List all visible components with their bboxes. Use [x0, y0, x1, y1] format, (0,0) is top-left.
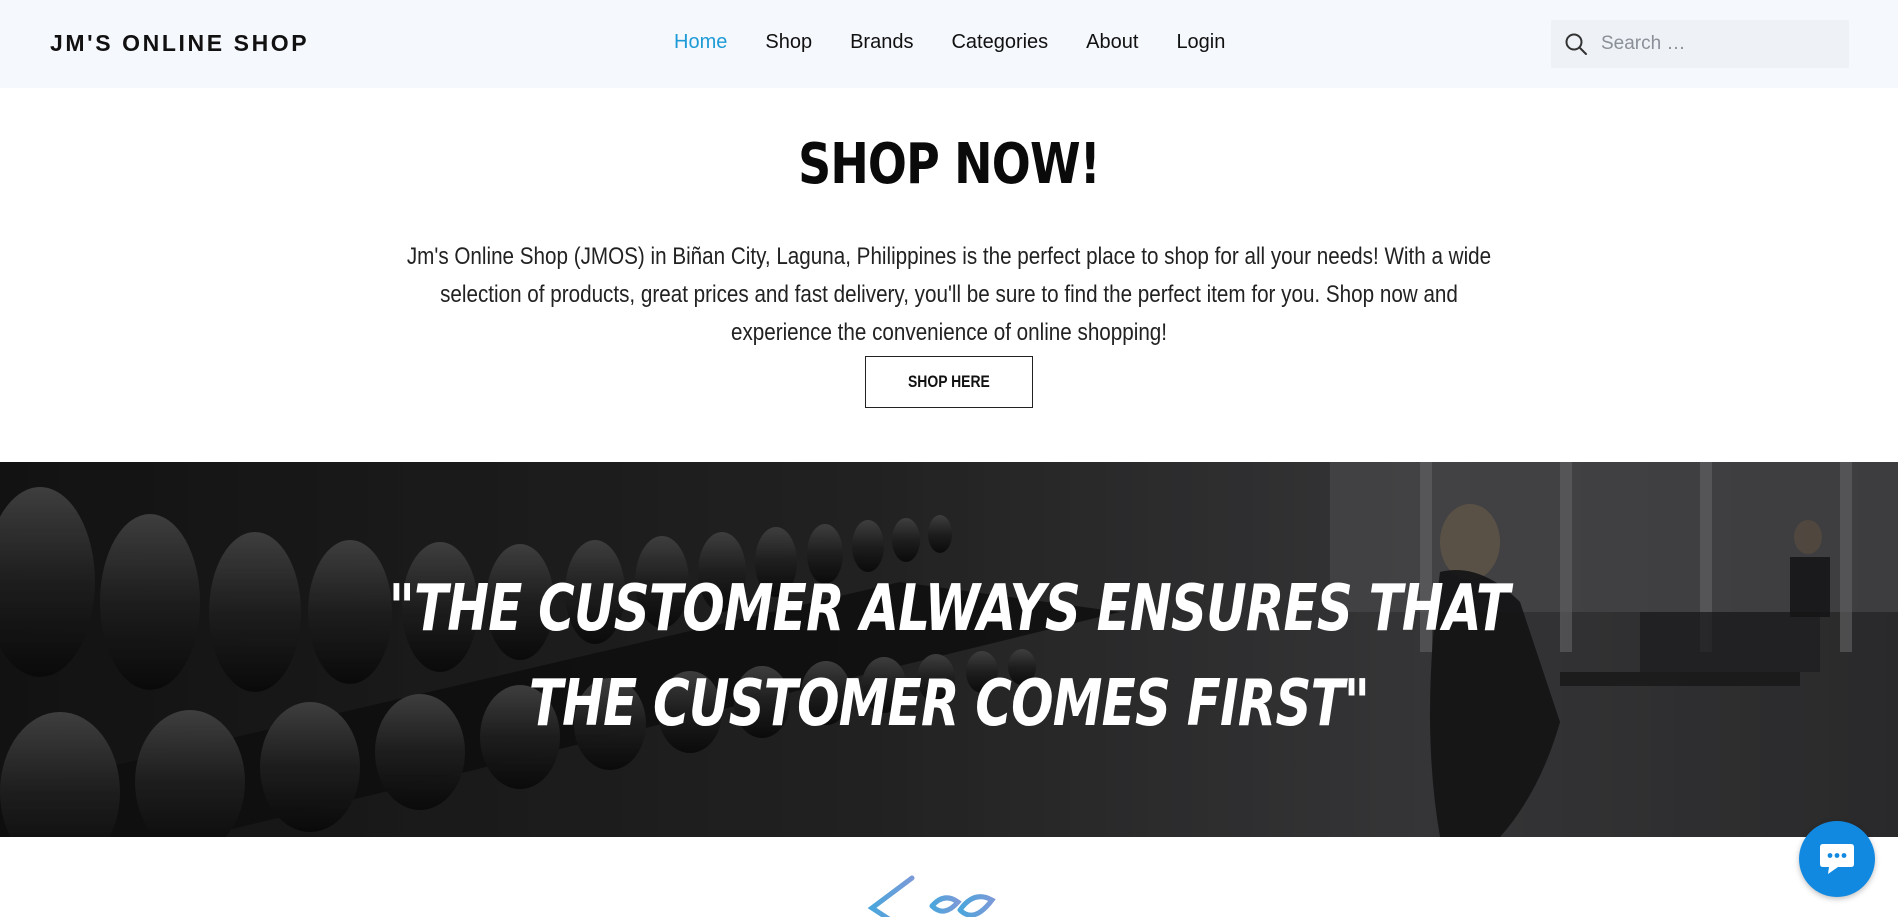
- hero-title: SHOP NOW!: [798, 132, 1101, 197]
- site-logo[interactable]: JM'S ONLINE SHOP: [50, 30, 309, 57]
- banner-quote-line-2: THE CUSTOMER COMES FIRST": [528, 667, 1370, 741]
- nav-item-brands[interactable]: Brands: [850, 31, 913, 54]
- search-box: [1551, 20, 1849, 68]
- nav-item-categories[interactable]: Categories: [951, 31, 1048, 54]
- brand-logo[interactable]: [862, 866, 1042, 917]
- banner-quote-line-1: "THE CUSTOMER ALWAYS ENSURES THAT: [388, 572, 1510, 646]
- chat-icon: [1820, 844, 1854, 874]
- nav-item-about[interactable]: About: [1086, 31, 1138, 54]
- brand-logo-graphic: [865, 871, 1015, 917]
- search-icon[interactable]: [1564, 32, 1588, 56]
- nav-item-login[interactable]: Login: [1176, 31, 1225, 54]
- main-nav: Home Shop Brands Categories About Login: [674, 31, 1225, 54]
- chat-button[interactable]: [1799, 821, 1875, 897]
- nav-item-shop[interactable]: Shop: [765, 31, 812, 54]
- nav-item-home[interactable]: Home: [674, 31, 727, 54]
- shop-here-button-label: SHOP HERE: [908, 372, 990, 391]
- shop-here-button[interactable]: SHOP HERE: [865, 356, 1033, 408]
- banner-quote: "THE CUSTOMER ALWAYS ENSURES THAT THE CU…: [209, 562, 1689, 752]
- search-input[interactable]: [1601, 20, 1841, 68]
- hero-description: Jm's Online Shop (JMOS) in Biñan City, L…: [406, 243, 1492, 346]
- site-header: JM'S ONLINE SHOP Home Shop Brands Catego…: [0, 0, 1898, 88]
- quote-banner: "THE CUSTOMER ALWAYS ENSURES THAT THE CU…: [0, 462, 1898, 837]
